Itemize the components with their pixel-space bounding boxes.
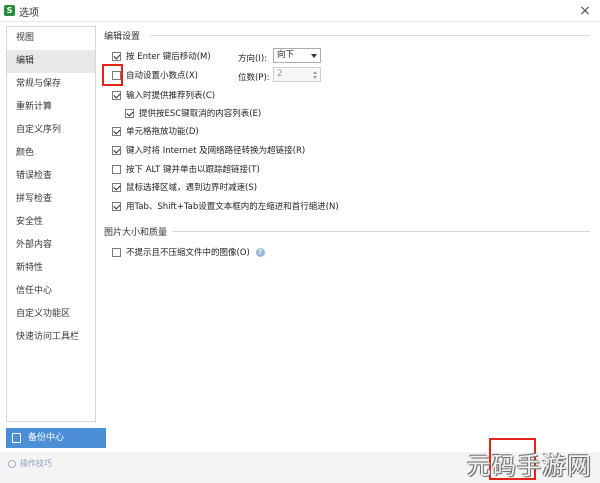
esc-cancel-label: 提供按ESC键取消的内容列表(E) xyxy=(139,109,262,119)
help-icon[interactable]: ? xyxy=(255,247,265,257)
sidebar-item-security[interactable]: 安全性 xyxy=(7,211,95,234)
direction-label: 方向(I): xyxy=(238,54,268,64)
auto-decimal-label: 自动设置小数点(X) xyxy=(126,71,198,81)
auto-hyperlink-label: 键入时将 Internet 及网络路径转换为超链接(R) xyxy=(126,146,306,156)
alt-click-label: 按下 ALT 键并单击以跟踪超链接(T) xyxy=(126,165,260,175)
sidebar-item-external-content[interactable]: 外部内容 xyxy=(7,234,95,257)
sidebar-item-error-check[interactable]: 错误检查 xyxy=(7,165,95,188)
sidebar-item-customize-ribbon[interactable]: 自定义功能区 xyxy=(7,303,95,326)
title-bar: S 选项 × xyxy=(0,0,600,22)
alt-click-option[interactable]: 按下 ALT 键并单击以跟踪超链接(T) xyxy=(112,162,260,176)
show-suggestions-option[interactable]: 输入时提供推荐列表(C) xyxy=(112,88,215,102)
mouse-select-label: 鼠标选择区域，遇到边界时减速(S) xyxy=(126,183,258,193)
lightbulb-icon xyxy=(8,459,16,468)
places-label: 位数(P): xyxy=(238,73,270,83)
cell-drag-option[interactable]: 单元格拖放功能(D) xyxy=(112,124,199,138)
sidebar-item-recalculate[interactable]: 重新计算 xyxy=(7,96,95,119)
watermark-logo: 元码手游网 xyxy=(467,452,592,480)
move-after-enter-checkbox[interactable] xyxy=(112,51,121,61)
auto-hyperlink-option[interactable]: 键入时将 Internet 及网络路径转换为超链接(R) xyxy=(112,143,305,157)
sidebar-item-trust-center[interactable]: 信任中心 xyxy=(7,280,95,303)
window-title: 选项 xyxy=(19,8,39,19)
backup-center-button[interactable]: 备份中心 xyxy=(6,428,106,448)
backup-icon xyxy=(12,433,21,443)
tab-indent-label: 用Tab、Shift+Tab设置文本框内的左缩进和首行缩进(N) xyxy=(126,202,339,212)
no-compress-label: 不提示且不压缩文件中的图像(O) xyxy=(126,248,250,258)
app-icon: S xyxy=(4,5,15,16)
esc-cancel-checkbox[interactable] xyxy=(125,108,134,118)
places-value: 2 xyxy=(277,69,283,79)
sidebar-item-custom-lists[interactable]: 自定义序列 xyxy=(7,119,95,142)
tab-indent-option[interactable]: 用Tab、Shift+Tab设置文本框内的左缩进和首行缩进(N) xyxy=(112,199,339,213)
operation-tips-label: 操作技巧 xyxy=(20,459,52,468)
section-divider xyxy=(172,231,590,232)
direction-select[interactable]: 向下 xyxy=(273,48,321,63)
move-after-enter-label: 按 Enter 键后移动(M) xyxy=(126,52,211,62)
spin-up-icon[interactable] xyxy=(313,71,317,74)
cell-drag-checkbox[interactable] xyxy=(112,126,121,136)
chevron-down-icon xyxy=(311,54,317,58)
auto-decimal-option[interactable]: 自动设置小数点(X) xyxy=(112,68,198,82)
sidebar-item-quick-access[interactable]: 快速访问工具栏 xyxy=(7,326,95,349)
sidebar-item-spell-check[interactable]: 拼写检查 xyxy=(7,188,95,211)
sidebar-item-edit[interactable]: 编辑 xyxy=(7,50,95,73)
edit-settings-header: 编辑设置 xyxy=(104,32,141,42)
places-spinner[interactable]: 2 xyxy=(273,67,321,82)
sidebar-item-color[interactable]: 颜色 xyxy=(7,142,95,165)
tab-indent-checkbox[interactable] xyxy=(112,201,121,211)
cell-drag-label: 单元格拖放功能(D) xyxy=(126,127,199,137)
direction-value: 向下 xyxy=(277,50,295,60)
alt-click-checkbox[interactable] xyxy=(112,164,121,174)
show-suggestions-checkbox[interactable] xyxy=(112,90,121,100)
esc-cancel-option[interactable]: 提供按ESC键取消的内容列表(E) xyxy=(125,106,261,120)
sidebar-item-view[interactable]: 视图 xyxy=(7,27,95,50)
spin-down-icon[interactable] xyxy=(313,76,317,79)
options-sidebar: 视图 编辑 常规与保存 重新计算 自定义序列 颜色 错误检查 拼写检查 安全性 … xyxy=(6,26,96,422)
show-suggestions-label: 输入时提供推荐列表(C) xyxy=(126,91,216,101)
sidebar-item-general-save[interactable]: 常规与保存 xyxy=(7,73,95,96)
options-content: 编辑设置 按 Enter 键后移动(M) 方向(I): 向下 自动设置小数点(X… xyxy=(98,26,594,422)
backup-center-label: 备份中心 xyxy=(28,433,65,443)
no-compress-checkbox[interactable] xyxy=(112,247,121,257)
auto-hyperlink-checkbox[interactable] xyxy=(112,145,121,155)
no-compress-option[interactable]: 不提示且不压缩文件中的图像(O) ? xyxy=(112,245,265,259)
highlight-box xyxy=(102,64,123,86)
section-divider xyxy=(150,35,590,36)
move-after-enter-option[interactable]: 按 Enter 键后移动(M) xyxy=(112,49,211,63)
operation-tips-link[interactable]: 操作技巧 xyxy=(8,458,52,469)
image-settings-header: 图片大小和质量 xyxy=(104,228,168,238)
close-button[interactable]: × xyxy=(576,2,594,20)
mouse-select-checkbox[interactable] xyxy=(112,182,121,192)
mouse-select-option[interactable]: 鼠标选择区域，遇到边界时减速(S) xyxy=(112,180,257,194)
sidebar-item-new-features[interactable]: 新特性 xyxy=(7,257,95,280)
